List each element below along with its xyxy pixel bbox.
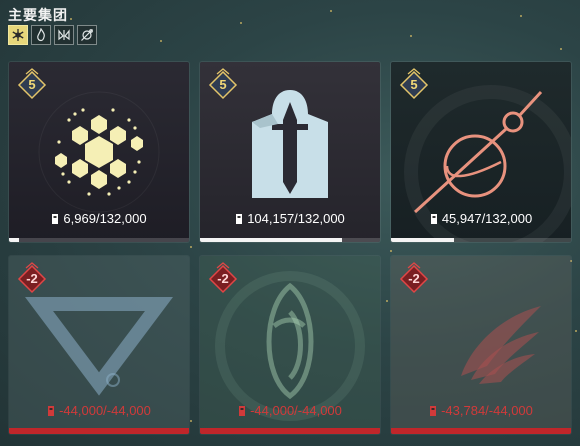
header: 主要集团 (8, 5, 68, 25)
wings-icon (58, 29, 70, 41)
progress-value: 45,947/132,000 (441, 211, 533, 226)
level-value: 5 (219, 77, 227, 92)
group-card-4[interactable]: -2 -44,000/-44,000 (9, 256, 189, 434)
progress-bar (9, 238, 189, 242)
snowflake-icon (12, 29, 24, 41)
filter-snowflake[interactable] (8, 25, 28, 45)
level-value: -2 (408, 271, 420, 286)
token-icon (430, 405, 437, 416)
group-card-2[interactable]: 5 104,157/132,000 (200, 62, 380, 242)
progress-value: -43,784/-44,000 (441, 403, 533, 418)
level-value: -2 (217, 271, 229, 286)
faction-filter-bar (8, 25, 97, 45)
level-badge: 5 (15, 68, 49, 102)
group-card-3[interactable]: 5 45,947/132,000 (391, 62, 571, 242)
token-icon (239, 405, 246, 416)
filter-orbit[interactable] (77, 25, 97, 45)
group-card-1[interactable]: 5 6,969/132,000 (9, 62, 189, 242)
progress-value: 104,157/132,000 (247, 211, 345, 226)
progress-value: -44,000/-44,000 (59, 403, 151, 418)
filter-flame[interactable] (31, 25, 51, 45)
reputation-progress: -44,000/-44,000 (200, 403, 380, 418)
orbit-icon (81, 29, 93, 41)
level-badge: 5 (397, 68, 431, 102)
reputation-progress: 45,947/132,000 (391, 211, 571, 226)
token-icon (236, 213, 243, 224)
level-value: 5 (28, 77, 36, 92)
level-value: 5 (410, 77, 418, 92)
filter-wings[interactable] (54, 25, 74, 45)
level-value: -2 (26, 271, 38, 286)
token-icon (52, 213, 59, 224)
level-badge: -2 (397, 262, 431, 296)
level-badge: -2 (15, 262, 49, 296)
progress-value: -44,000/-44,000 (250, 403, 342, 418)
progress-bar (200, 238, 380, 242)
token-icon (48, 405, 55, 416)
token-icon (430, 213, 437, 224)
progress-bar (391, 428, 571, 434)
progress-bar (200, 428, 380, 434)
reputation-progress: -44,000/-44,000 (9, 403, 189, 418)
level-badge: -2 (206, 262, 240, 296)
level-badge: 5 (206, 68, 240, 102)
reputation-progress: 6,969/132,000 (9, 211, 189, 226)
group-card-6[interactable]: -2 -43,784/-44,000 (391, 256, 571, 434)
flame-icon (37, 28, 45, 42)
progress-bar (9, 428, 189, 434)
progress-bar (391, 238, 571, 242)
reputation-progress: -43,784/-44,000 (391, 403, 571, 418)
reputation-progress: 104,157/132,000 (200, 211, 380, 226)
page-title: 主要集团 (8, 7, 68, 23)
group-card-5[interactable]: -2 -44,000/-44,000 (200, 256, 380, 434)
progress-value: 6,969/132,000 (63, 211, 147, 226)
